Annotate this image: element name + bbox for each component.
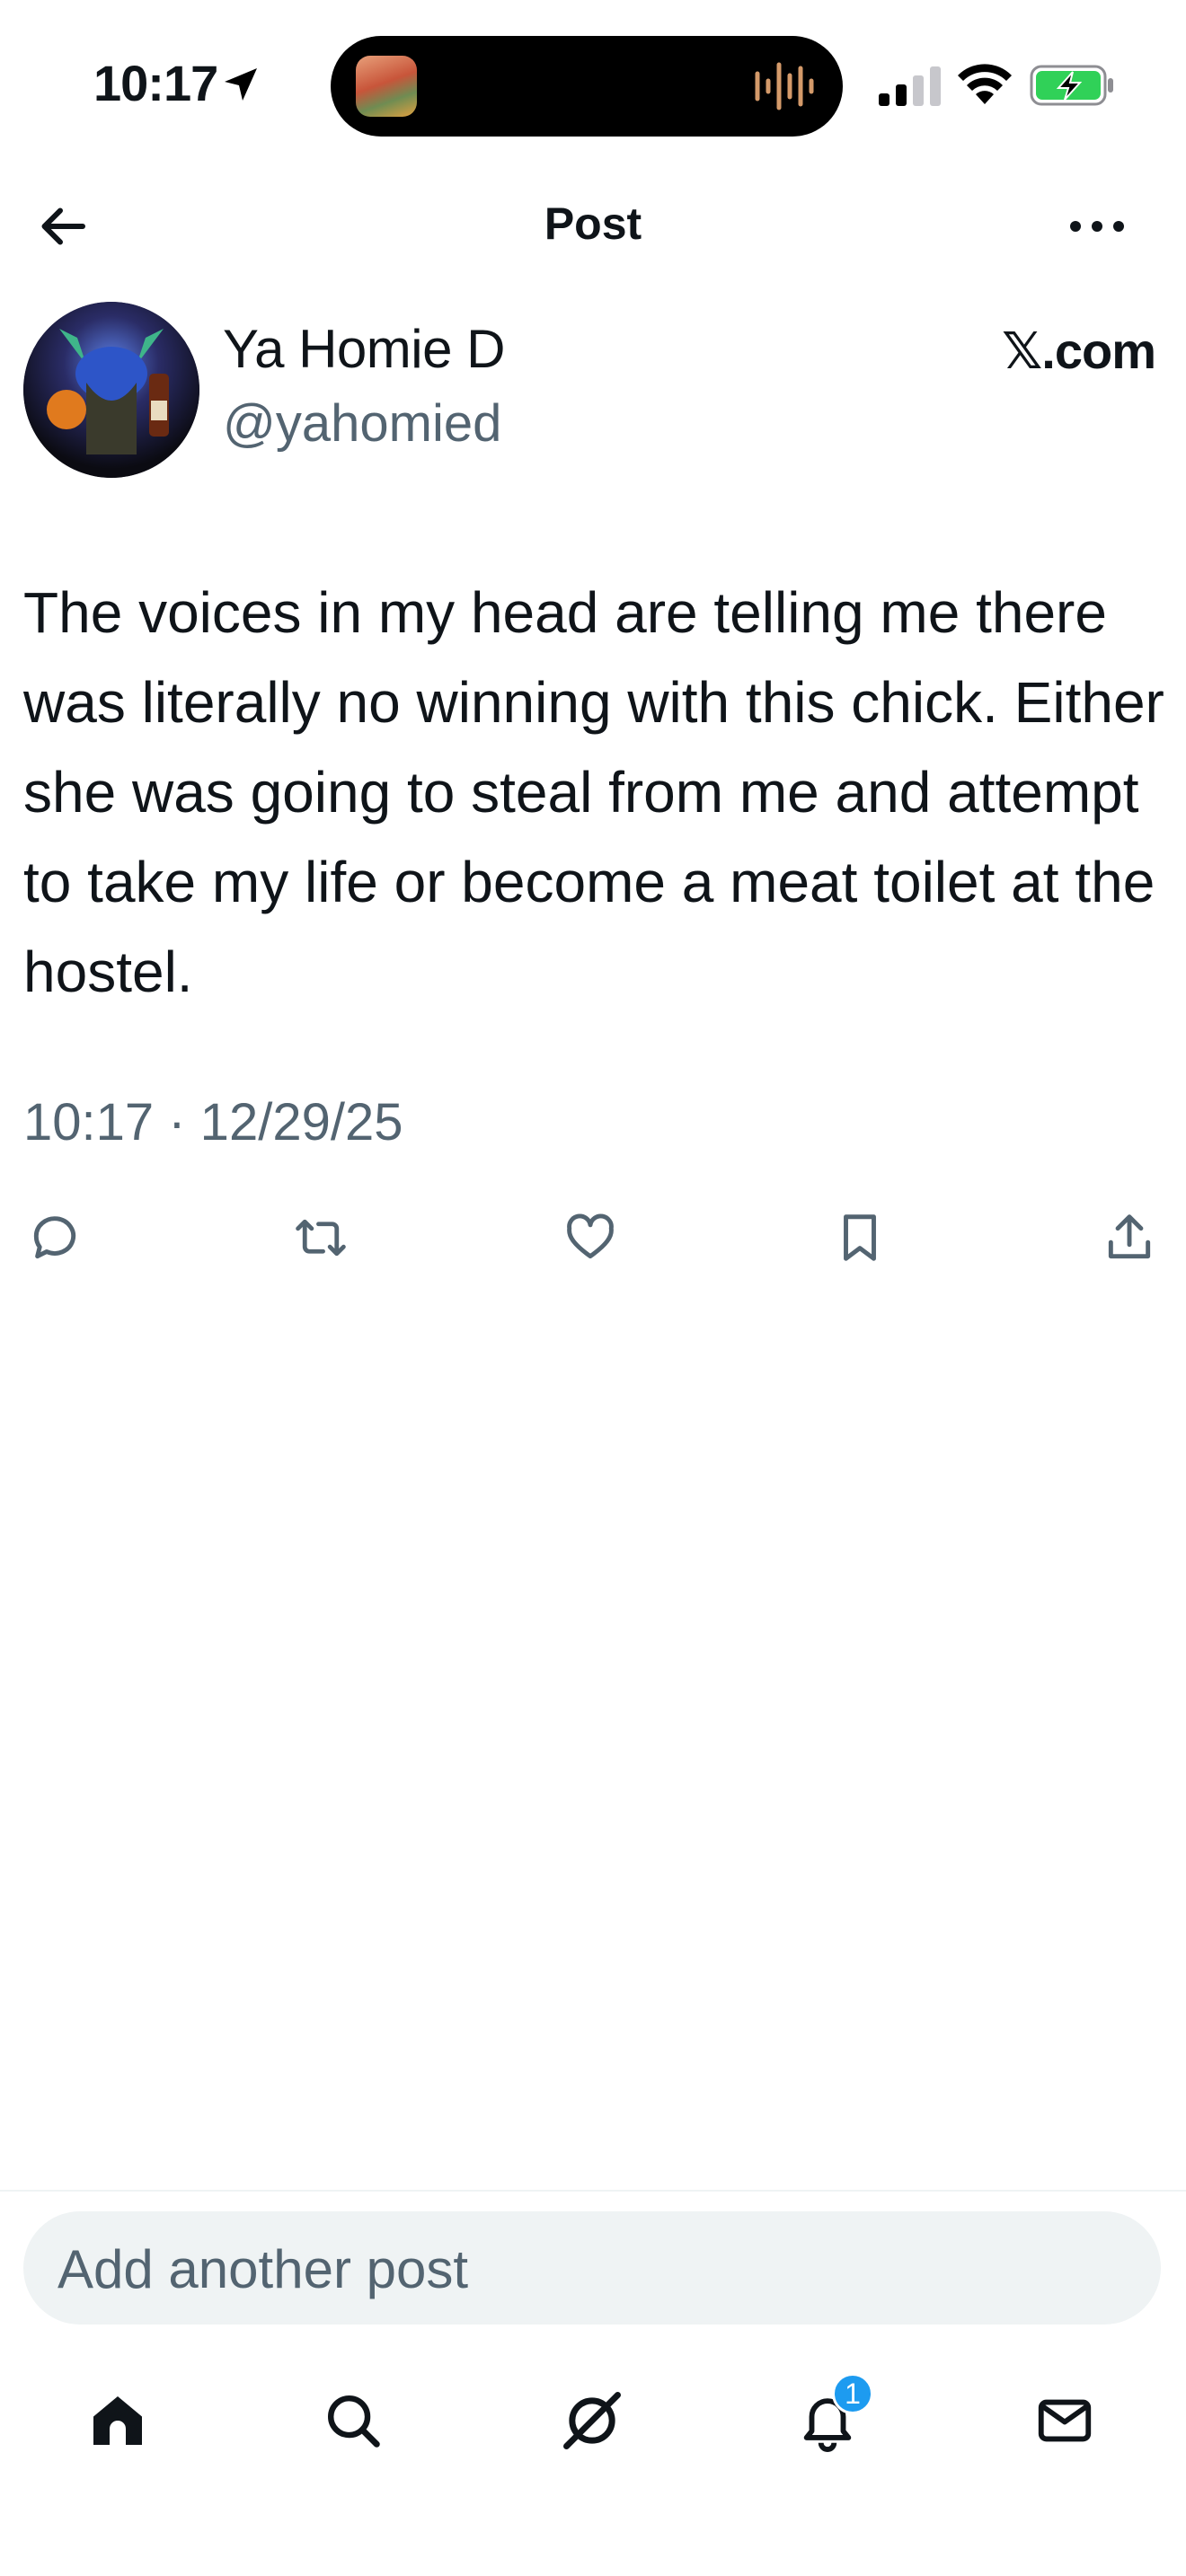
search-icon [328,2395,380,2448]
post-actions [23,1202,1164,1283]
notifications-badge: 1 [832,2373,873,2414]
location-arrow-icon [225,68,257,101]
heart-icon [567,1213,614,1259]
reply-compose-input[interactable]: Add another post [23,2211,1161,2325]
more-options-button[interactable] [1066,198,1128,255]
author-name[interactable]: Ya Homie D [223,318,505,380]
nav-notifications[interactable]: 1 [787,2373,873,2461]
status-time: 10:17 [93,55,218,111]
audio-waveform-icon [755,62,814,110]
status-bar: 10:17 [0,0,1186,171]
repost-icon [296,1219,346,1257]
post-author: Ya Homie D @yahomied 𝕏.com [23,302,1164,481]
reply-icon [33,1216,76,1259]
share-icon [1108,1214,1151,1259]
avatar-image [23,302,199,478]
post-header: Post [0,171,1186,278]
cellular-signal-icon [879,66,941,106]
dynamic-island[interactable] [331,36,843,137]
wifi-icon [958,64,1012,104]
nav-grok[interactable] [552,2380,633,2461]
page-title: Post [544,198,642,249]
bookmark-icon [844,1214,876,1261]
source-label: 𝕏.com [1002,322,1156,379]
bottom-nav: 1 [0,2371,1186,2497]
grok-icon [563,2392,621,2449]
nav-home[interactable] [77,2380,158,2461]
mail-icon [1038,2399,1092,2442]
home-icon [93,2396,142,2445]
avatar[interactable] [23,302,199,478]
compose-placeholder: Add another post [58,2239,469,2299]
post-text: The voices in my head are telling me the… [23,580,1164,1004]
share-button[interactable] [1098,1202,1161,1274]
post-timestamp[interactable]: 10:17 · 12/29/25 [23,1092,403,1152]
author-handle[interactable]: @yahomied [223,393,501,454]
battery-icon [1030,65,1113,106]
more-horizontal-icon [1070,221,1124,232]
now-playing-artwork [356,56,417,117]
nav-messages[interactable] [1024,2380,1105,2461]
reply-button[interactable] [23,1202,86,1274]
nav-search[interactable] [313,2380,394,2461]
like-button[interactable] [559,1202,622,1274]
repost-button[interactable] [289,1202,352,1274]
divider [0,2190,1186,2192]
bookmark-button[interactable] [828,1202,891,1274]
